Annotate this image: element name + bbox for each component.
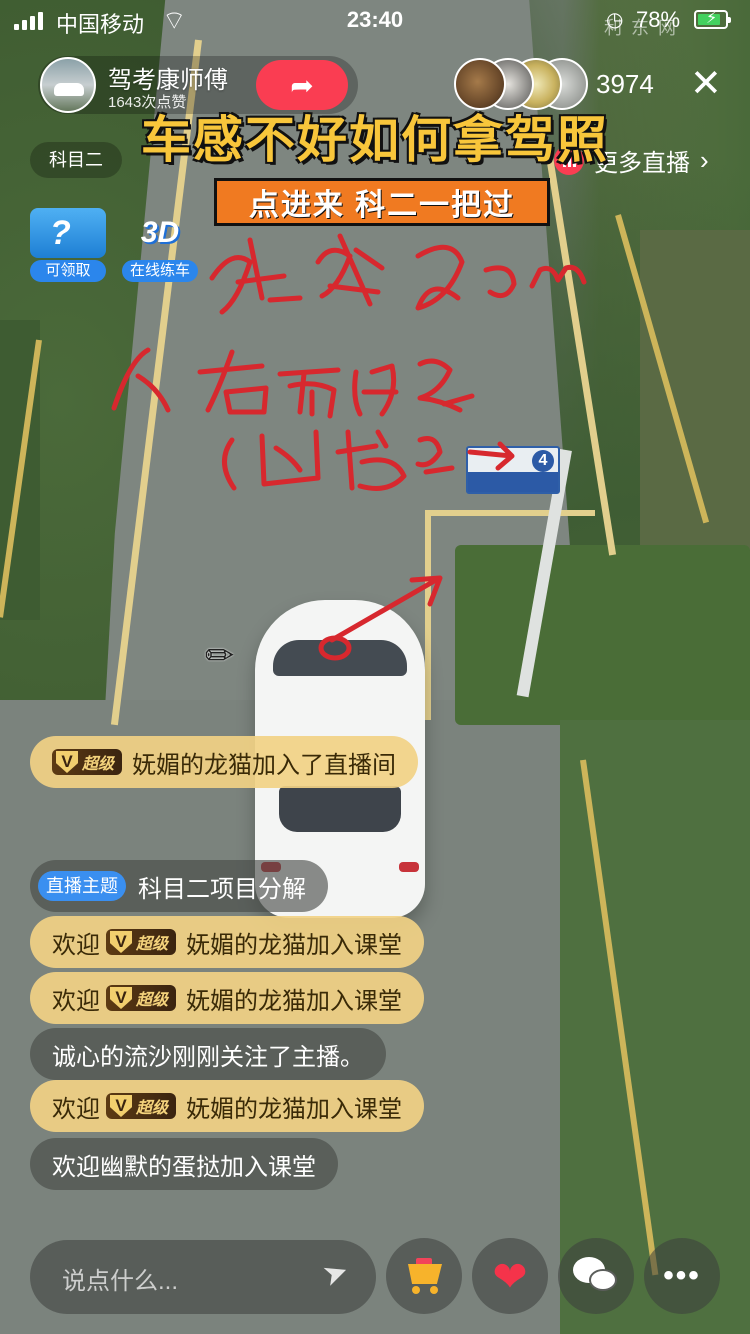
- parking-sign: 4: [466, 446, 560, 494]
- video-banner-overlay: 点进来 科二一把过: [214, 178, 550, 226]
- parking-sign-number: 4: [532, 450, 554, 472]
- vip-badge: V 超级: [106, 1093, 177, 1119]
- car-windshield: [273, 640, 407, 676]
- grass-right-top: [640, 230, 750, 550]
- chat-message-topic: 直播主题 科目二项目分解: [30, 860, 328, 912]
- gift-box-icon: [30, 208, 106, 258]
- viewer-avatars[interactable]: [454, 58, 588, 110]
- chat-prefix: 欢迎: [52, 1095, 100, 1123]
- vip-badge: V 超级: [52, 749, 123, 775]
- more-dots-icon: •••: [663, 1259, 701, 1292]
- send-icon[interactable]: ➤: [318, 1253, 354, 1294]
- chat-text: 妩媚的龙猫加入课堂: [186, 1095, 403, 1123]
- vip-badge: V 超级: [106, 985, 177, 1011]
- chat-text: 妩媚的龙猫加入课堂: [186, 987, 403, 1015]
- grass-island: [455, 545, 750, 725]
- anchor-name: 驾考康师傅: [108, 67, 228, 94]
- chat-message: 欢迎 V 超级 妩媚的龙猫加入课堂: [30, 972, 425, 1024]
- more-button[interactable]: •••: [644, 1238, 720, 1314]
- promo-gift[interactable]: 可领取: [30, 208, 106, 282]
- chat-message: 欢迎幽默的蛋挞加入课堂: [30, 1138, 338, 1190]
- chat-text: 妩媚的龙猫加入课堂: [186, 931, 403, 959]
- wechat-share-button[interactable]: [558, 1238, 634, 1314]
- chat-message: 欢迎 V 超级 妩媚的龙猫加入课堂: [30, 1080, 425, 1132]
- promo-label: 可领取: [30, 260, 106, 282]
- shopping-cart-button[interactable]: [386, 1238, 462, 1314]
- viewer-avatar[interactable]: [454, 58, 506, 110]
- viewer-count[interactable]: 3974: [596, 69, 654, 100]
- vip-v-icon: V: [110, 987, 132, 1009]
- video-title-overlay: 车感不好如何拿驾照: [141, 112, 609, 168]
- chat-message: V 超级 妩媚的龙猫加入了直播间: [30, 736, 419, 788]
- chat-text: 科目二项目分解: [138, 875, 306, 903]
- promo-label: 在线练车: [122, 260, 198, 282]
- promo-3d-practice[interactable]: 3D 在线练车: [122, 208, 198, 282]
- chat-text: 诚心的流沙刚刚关注了主播。: [52, 1043, 364, 1071]
- chat-message: 欢迎 V 超级 妩媚的龙猫加入课堂: [30, 916, 425, 968]
- vip-badge: V 超级: [106, 929, 177, 955]
- lane-line: [425, 510, 595, 516]
- topic-tag: 直播主题: [38, 871, 126, 901]
- vip-v-icon: V: [110, 1095, 132, 1117]
- chat-text: 妩媚的龙猫加入了直播间: [132, 751, 397, 779]
- comment-placeholder: 说点什么...: [62, 1268, 179, 1295]
- vip-v-icon: V: [56, 751, 78, 773]
- chat-text: 欢迎幽默的蛋挞加入课堂: [52, 1153, 316, 1181]
- avatar-car-image: [54, 83, 84, 96]
- watermark: 利 东 网: [604, 18, 679, 38]
- comment-input[interactable]: 说点什么... ➤: [30, 1240, 376, 1314]
- 3d-icon: 3D: [140, 216, 180, 249]
- chat-prefix: 欢迎: [52, 931, 100, 959]
- chat-prefix: 欢迎: [52, 987, 100, 1015]
- parking-sign-band: [468, 472, 558, 492]
- car-tail-lamp: [399, 862, 419, 872]
- wechat-icon: [573, 1257, 619, 1295]
- shopping-cart-icon: [402, 1258, 446, 1294]
- lane-line: [425, 510, 431, 720]
- vip-v-icon: V: [110, 931, 132, 953]
- close-icon[interactable]: ✕: [690, 64, 722, 104]
- chat-message: 诚心的流沙刚刚关注了主播。: [30, 1028, 386, 1080]
- like-button[interactable]: ❤: [472, 1238, 548, 1314]
- share-arrow-icon: ➦: [290, 69, 314, 101]
- charging-bolt-icon: ⚡: [706, 10, 718, 27]
- car-rear-window: [279, 786, 401, 832]
- heart-icon: ❤: [492, 1252, 528, 1300]
